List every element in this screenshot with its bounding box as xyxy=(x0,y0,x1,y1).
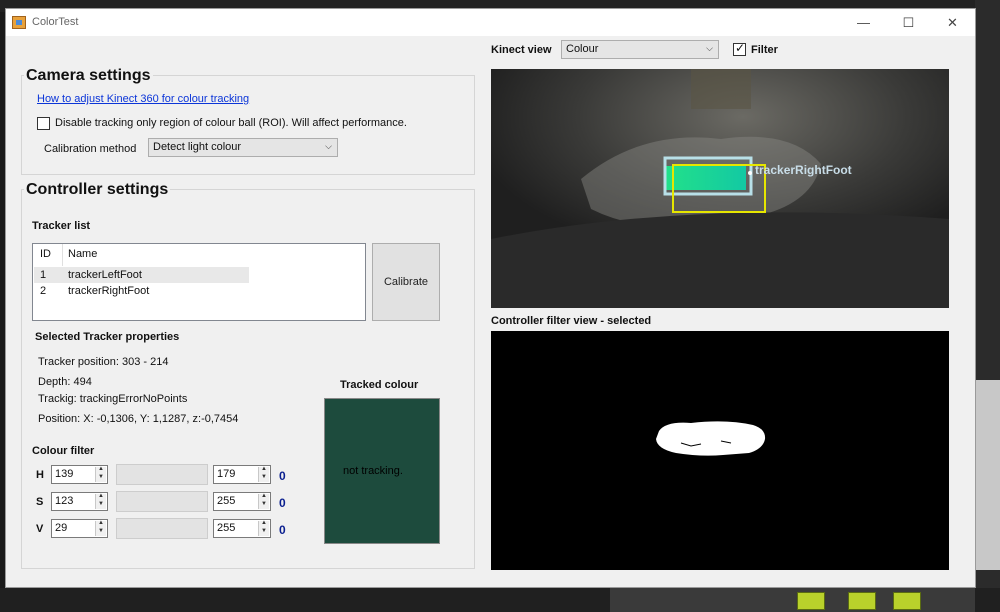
list-item[interactable]: 2 trackerRightFoot xyxy=(34,283,249,299)
hue-min-value: 139 xyxy=(55,468,74,480)
calibration-method-select[interactable]: Detect light colour ⌵ xyxy=(148,138,338,157)
background-widget xyxy=(848,592,876,610)
background-window-edge xyxy=(975,380,1000,570)
tracking-status: Trackig: trackingErrorNoPoints xyxy=(38,393,188,405)
tracker-id: 2 xyxy=(40,285,47,297)
saturation-output: 0 xyxy=(279,496,286,510)
spinner-icon[interactable] xyxy=(258,520,269,536)
saturation-range-bar xyxy=(116,491,208,512)
tracked-colour-status: not tracking. xyxy=(343,465,403,477)
selected-tracker-properties-title: Selected Tracker properties xyxy=(35,331,180,343)
background-widget xyxy=(893,592,921,610)
controller-settings-title: Controller settings xyxy=(24,181,171,199)
saturation-max-stepper[interactable]: 255 xyxy=(213,492,271,511)
tracker-overlay-label: trackerRightFoot xyxy=(755,163,852,177)
calibration-method-value: Detect light colour xyxy=(153,141,242,153)
camera-settings-title: Camera settings xyxy=(24,67,153,85)
chevron-down-icon: ⌵ xyxy=(325,141,332,151)
tracker-list[interactable]: ID Name 1 trackerLeftFoot 2 trackerRight… xyxy=(32,243,366,321)
hue-label: H xyxy=(36,469,44,481)
kinect-view-select[interactable]: Colour ⌵ xyxy=(561,40,719,59)
disable-roi-checkbox[interactable] xyxy=(37,117,50,130)
tracked-colour-swatch: not tracking. xyxy=(324,398,440,544)
colour-filter-label: Colour filter xyxy=(32,445,95,457)
tracker-id: 1 xyxy=(40,269,47,281)
saturation-max-value: 255 xyxy=(217,495,236,507)
saturation-label: S xyxy=(36,496,44,508)
saturation-min-value: 123 xyxy=(55,495,74,507)
tracker-name: trackerLeftFoot xyxy=(68,269,142,281)
value-max-value: 255 xyxy=(217,522,236,534)
hue-max-value: 179 xyxy=(217,468,236,480)
tracked-blob xyxy=(666,166,746,190)
value-output: 0 xyxy=(279,523,286,537)
tracker-3d-position: Position: X: -0,1306, Y: 1,1287, z:-0,74… xyxy=(38,413,239,425)
disable-roi-label: Disable tracking only region of colour b… xyxy=(55,117,407,129)
tracked-colour-label: Tracked colour xyxy=(340,379,419,391)
tracker-name: trackerRightFoot xyxy=(68,285,150,297)
spinner-icon[interactable] xyxy=(258,466,269,482)
kinect-view-label: Kinect view xyxy=(491,44,552,56)
kinect-camera-feed[interactable]: trackerRightFoot xyxy=(491,69,949,308)
spinner-icon[interactable] xyxy=(258,493,269,509)
maximize-button[interactable]: ☐ xyxy=(886,9,931,36)
hue-output: 0 xyxy=(279,469,286,483)
value-min-value: 29 xyxy=(55,522,68,534)
tracker-position: Tracker position: 303 - 214 xyxy=(38,356,169,368)
hue-range-bar xyxy=(116,464,208,485)
spinner-icon[interactable] xyxy=(95,520,106,536)
minimize-button[interactable]: — xyxy=(841,9,886,36)
value-max-stepper[interactable]: 255 xyxy=(213,519,271,538)
value-min-stepper[interactable]: 29 xyxy=(51,519,108,538)
list-item[interactable]: 1 trackerLeftFoot xyxy=(34,267,249,283)
value-range-bar xyxy=(116,518,208,539)
chevron-down-icon: ⌵ xyxy=(706,43,713,53)
calibrate-button[interactable]: Calibrate xyxy=(372,243,440,321)
title-bar[interactable]: ColorTest — ☐ ✕ xyxy=(6,9,975,36)
spinner-icon[interactable] xyxy=(95,466,106,482)
controller-filter-view[interactable] xyxy=(491,331,949,570)
close-button[interactable]: ✕ xyxy=(930,9,975,36)
colortest-window: ColorTest — ☐ ✕ Camera settings How to a… xyxy=(5,8,976,588)
tracker-list-label: Tracker list xyxy=(32,220,91,232)
hue-min-stepper[interactable]: 139 xyxy=(51,465,108,484)
window-title: ColorTest xyxy=(32,16,79,28)
app-icon xyxy=(12,16,26,29)
saturation-min-stepper[interactable]: 123 xyxy=(51,492,108,511)
column-header-name[interactable]: Name xyxy=(68,248,97,260)
column-header-id[interactable]: ID xyxy=(40,248,51,260)
tracker-depth: Depth: 494 xyxy=(38,376,92,388)
camera-image xyxy=(491,69,949,308)
calibration-method-label: Calibration method xyxy=(44,143,137,155)
column-separator xyxy=(62,244,63,266)
value-label: V xyxy=(36,523,44,535)
filter-label: Filter xyxy=(751,44,778,56)
filter-mask-blob xyxy=(656,421,766,456)
spinner-icon[interactable] xyxy=(95,493,106,509)
filter-mask-image xyxy=(656,421,766,456)
kinect-help-link[interactable]: How to adjust Kinect 360 for colour trac… xyxy=(37,93,249,105)
background-widget xyxy=(797,592,825,610)
filter-checkbox[interactable] xyxy=(733,41,746,56)
kinect-view-value: Colour xyxy=(566,43,599,55)
filter-view-label: Controller filter view - selected xyxy=(491,315,652,327)
hue-max-stepper[interactable]: 179 xyxy=(213,465,271,484)
